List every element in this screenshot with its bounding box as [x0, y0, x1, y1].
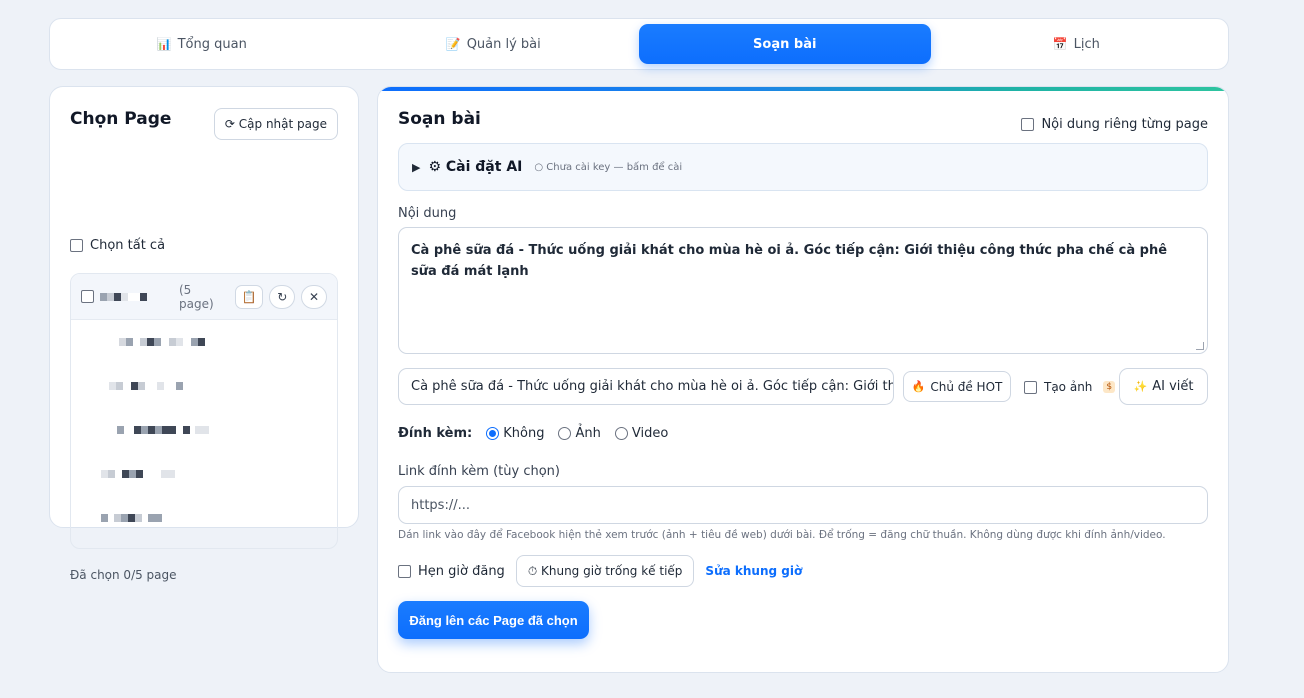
tab-manage-posts-label: Quản lý bài — [466, 36, 541, 52]
select-all-checkbox[interactable] — [70, 239, 83, 252]
list-item[interactable] — [71, 452, 337, 496]
redacted-page-name — [101, 514, 162, 522]
create-image-label: Tạo ảnh — [1044, 380, 1093, 394]
custom-content-checkbox[interactable] — [1021, 118, 1035, 131]
hot-topic-button[interactable]: 🔥 Chủ đề HOT — [903, 371, 1011, 402]
redacted-page-name — [119, 338, 205, 346]
close-icon: ✕ — [309, 289, 320, 304]
attach-none-label: Không — [503, 426, 545, 441]
compose-panel: Soạn bài Nội dung riêng từng page ▶ ⚙ Cà… — [377, 86, 1229, 673]
copy-group-button[interactable]: 📋 — [235, 284, 264, 309]
ai-settings-title: ⚙ Cài đặt AI — [428, 159, 523, 175]
clipboard-icon: 📋 — [241, 289, 257, 304]
page-select-title: Chọn Page — [70, 109, 172, 129]
attach-image-option[interactable]: Ảnh — [558, 426, 601, 441]
page-group-header: (5 page) 📋 ↻ ✕ — [71, 274, 337, 320]
paid-badge: $ — [1103, 381, 1116, 393]
link-input[interactable]: https://... — [398, 486, 1208, 524]
group-checkbox[interactable] — [81, 290, 94, 303]
schedule-label: Hẹn giờ đăng — [418, 563, 505, 579]
topic-input[interactable]: Cà phê sữa đá - Thức uống giải khát cho … — [398, 368, 894, 405]
resize-handle[interactable] — [1196, 342, 1204, 350]
attach-image-label: Ảnh — [575, 426, 601, 441]
redacted-group-name — [100, 292, 147, 301]
main-tabs: 📊 Tổng quan 📝 Quản lý bài Soạn bài 📅 Lịc… — [49, 18, 1229, 70]
page-select-panel: Chọn Page ⟳ Cập nhật page Chọn tất cả (5… — [49, 86, 359, 582]
fire-icon: 🔥 — [911, 380, 926, 393]
sparkles-icon: ✨ — [1133, 380, 1148, 393]
ai-write-label: AI viết — [1152, 379, 1194, 394]
select-all-label: Chọn tất cả — [90, 238, 166, 253]
compose-title: Soạn bài — [398, 109, 481, 129]
tab-compose-label: Soạn bài — [753, 36, 817, 52]
tab-calendar-label: Lịch — [1073, 36, 1100, 52]
tab-overview-label: Tổng quan — [177, 36, 247, 52]
attach-none-option[interactable]: Không — [486, 426, 544, 441]
attachment-row: Đính kèm: Không Ảnh Video — [398, 426, 676, 441]
page-group: (5 page) 📋 ↻ ✕ — [70, 273, 338, 549]
selected-count: Đã chọn 0/5 page — [70, 568, 177, 582]
list-item[interactable] — [71, 320, 337, 364]
attach-none-radio[interactable] — [486, 427, 500, 440]
memo-icon: 📝 — [445, 37, 461, 51]
hot-topic-label: Chủ đề HOT — [930, 379, 1003, 394]
next-slot-button[interactable]: ⏱ Khung giờ trống kế tiếp — [515, 555, 695, 587]
attach-image-radio[interactable] — [558, 427, 572, 440]
content-textarea[interactable]: Cà phê sữa đá - Thức uống giải khát cho … — [398, 227, 1208, 354]
attach-video-label: Video — [631, 426, 669, 441]
attachment-label: Đính kèm: — [398, 426, 473, 441]
attach-video-radio[interactable] — [614, 427, 628, 440]
content-text: Cà phê sữa đá - Thức uống giải khát cho … — [411, 243, 1168, 279]
tab-manage-posts[interactable]: 📝 Quản lý bài — [348, 24, 640, 64]
ai-write-button[interactable]: ✨ AI viết — [1119, 368, 1208, 405]
calendar-icon: 📅 — [1052, 37, 1068, 51]
edit-slots-link[interactable]: Sửa khung giờ — [705, 564, 802, 578]
ai-settings-toggle[interactable]: ▶ ⚙ Cài đặt AI ○ Chưa cài key — bấm để c… — [398, 143, 1208, 191]
play-icon: ▶ — [412, 160, 421, 174]
tab-calendar[interactable]: 📅 Lịch — [931, 24, 1223, 64]
create-image-row[interactable]: Tạo ảnh $ — [1024, 380, 1116, 394]
refresh-icon: ↻ — [277, 289, 288, 304]
refresh-group-button[interactable]: ↻ — [269, 284, 296, 309]
refresh-pages-button[interactable]: ⟳ Cập nhật page — [213, 108, 338, 140]
select-all-row[interactable]: Chọn tất cả — [70, 238, 165, 253]
list-item[interactable] — [71, 364, 337, 408]
tab-overview[interactable]: 📊 Tổng quan — [56, 24, 348, 64]
tab-compose[interactable]: Soạn bài — [639, 24, 931, 64]
custom-content-label: Nội dung riêng từng page — [1041, 117, 1208, 132]
post-button[interactable]: Đăng lên các Page đã chọn — [398, 601, 589, 639]
create-image-checkbox[interactable] — [1024, 380, 1037, 394]
custom-content-row[interactable]: Nội dung riêng từng page — [1021, 117, 1208, 132]
page-list — [71, 320, 337, 540]
group-page-count: (5 page) — [179, 282, 214, 311]
redacted-page-name — [101, 470, 175, 478]
content-label: Nội dung — [398, 206, 457, 221]
list-item[interactable] — [71, 496, 337, 540]
list-item[interactable] — [71, 408, 337, 452]
schedule-checkbox[interactable] — [398, 564, 411, 578]
chart-icon: 📊 — [156, 37, 172, 51]
schedule-toggle[interactable]: Hẹn giờ đăng — [398, 564, 505, 579]
redacted-page-name — [109, 382, 183, 390]
schedule-row: Hẹn giờ đăng ⏱ Khung giờ trống kế tiếp S… — [398, 555, 802, 587]
attach-video-option[interactable]: Video — [614, 426, 669, 441]
accent-bar — [378, 87, 1228, 91]
remove-group-button[interactable]: ✕ — [301, 284, 327, 309]
link-hint: Dán link vào đây để Facebook hiện thẻ xe… — [398, 529, 1166, 541]
redacted-page-name — [117, 426, 209, 434]
ai-key-status: ○ Chưa cài key — bấm để cài — [534, 161, 683, 173]
link-label: Link đính kèm (tùy chọn) — [398, 464, 560, 479]
